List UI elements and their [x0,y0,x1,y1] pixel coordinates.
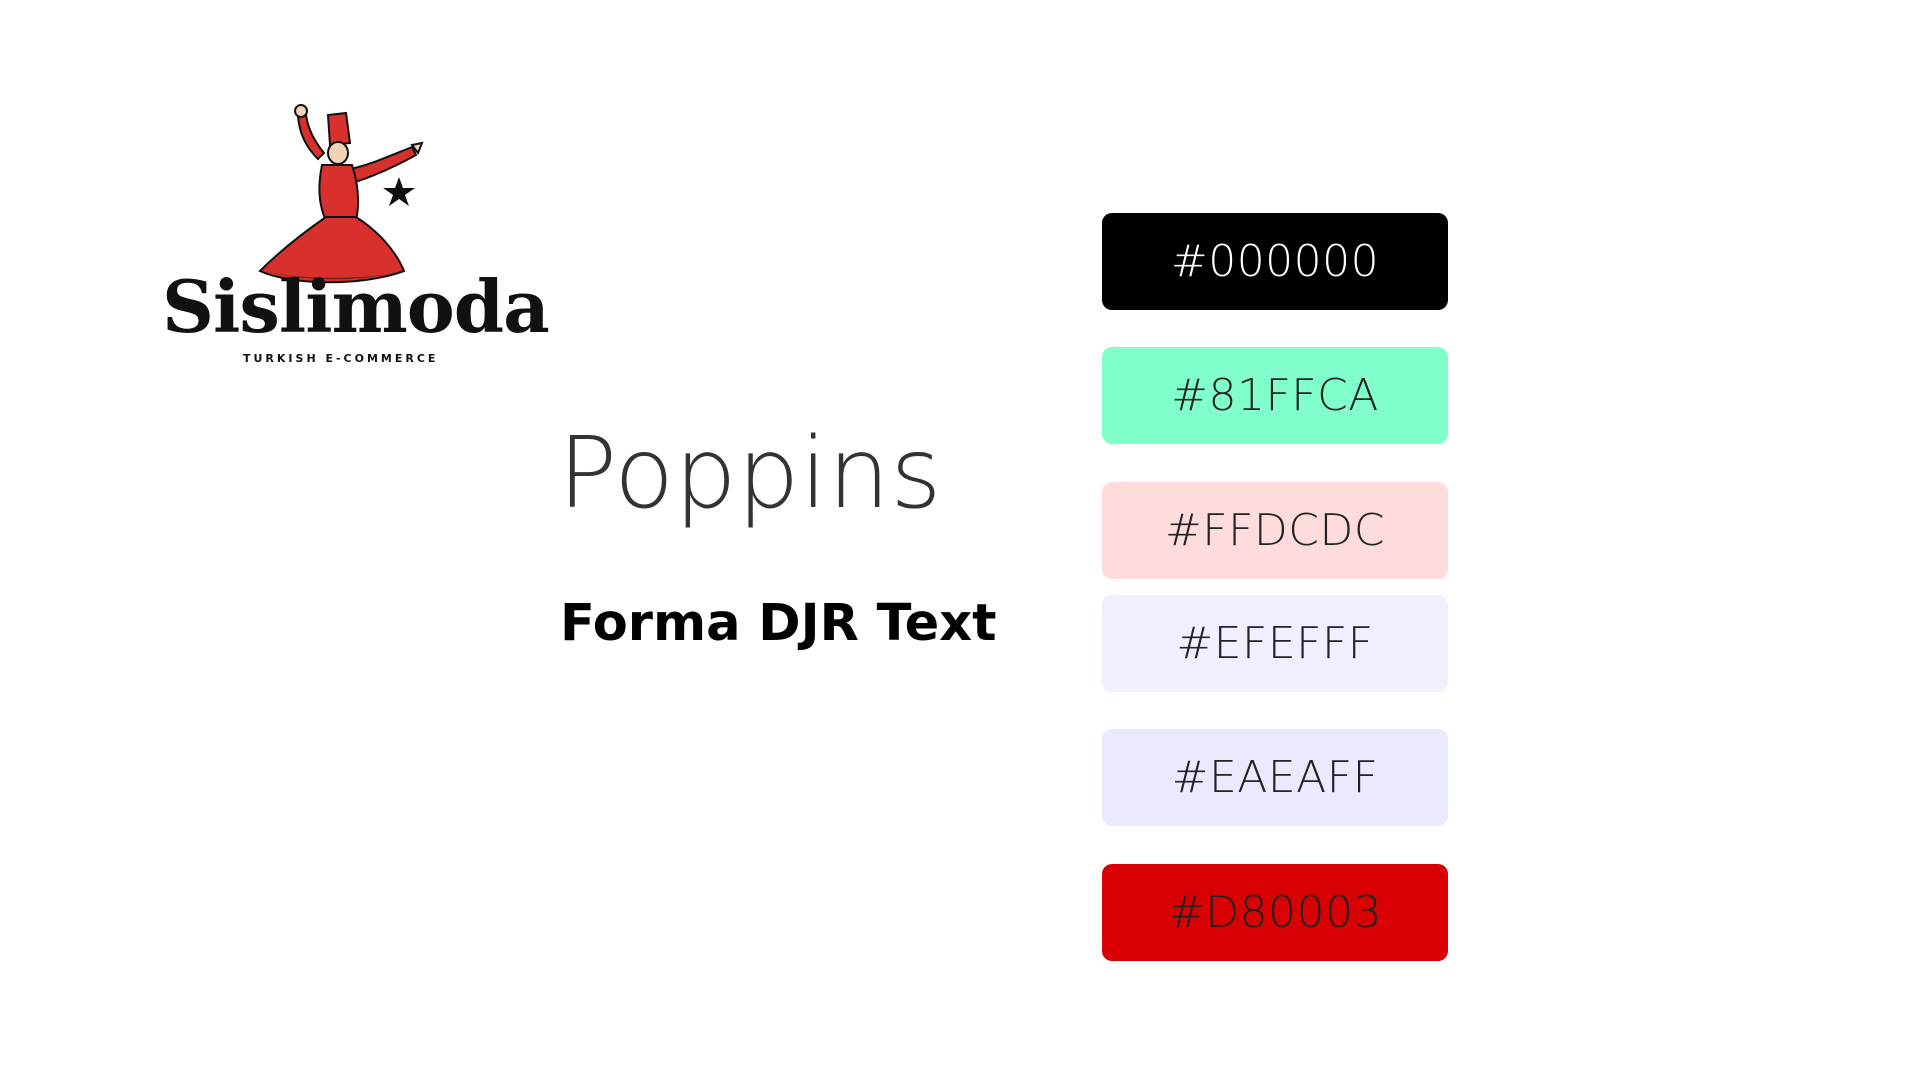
text-font-sample: Forma DJR Text [560,594,997,653]
style-guide-page: Sislimoda TURKISH E-COMMERCE Poppins For… [0,0,1920,1080]
brand-tagline: TURKISH E-COMMERCE [243,352,439,365]
swatch-label: #EFEFFF [1176,618,1374,669]
color-swatch-red: #D80003 [1102,864,1448,961]
swatch-label: #D80003 [1167,887,1383,938]
color-swatch-pink: #FFDCDC [1102,482,1448,579]
swatch-label: #FFDCDC [1164,505,1386,556]
brand-wordmark: Sislimoda [162,264,550,349]
brand-logo: Sislimoda TURKISH E-COMMERCE [160,95,550,370]
swatch-label: #EAEAFF [1171,752,1379,803]
whirling-dervish-icon [258,104,424,284]
color-swatch-mint: #81FFCA [1102,347,1448,444]
swatch-label: #81FFCA [1171,370,1379,421]
swatch-label: #000000 [1170,236,1380,287]
color-swatch-black: #000000 [1102,213,1448,310]
display-font-sample: Poppins [558,417,942,531]
color-swatch-lavender-light: #EFEFFF [1102,595,1448,692]
color-swatch-lavender: #EAEAFF [1102,729,1448,826]
